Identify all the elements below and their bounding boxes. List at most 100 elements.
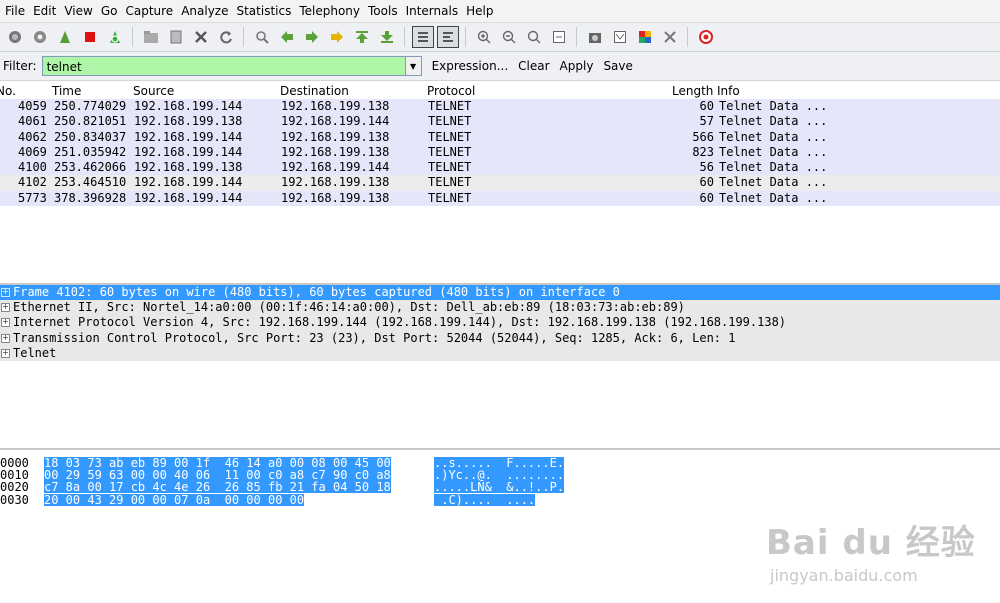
coloring-rules-icon[interactable] bbox=[634, 26, 656, 48]
menu-view[interactable]: View bbox=[62, 4, 98, 18]
filter-input[interactable]: telnet bbox=[41, 56, 406, 76]
bytes-hex: c7 8a 00 17 cb 4c 4e 26 26 85 fb 21 fa 0… bbox=[44, 480, 391, 495]
toolbar-separator bbox=[687, 27, 688, 47]
menu-statistics[interactable]: Statistics bbox=[234, 4, 297, 18]
open-file-icon[interactable] bbox=[140, 26, 162, 48]
menu-telephony[interactable]: Telephony bbox=[297, 4, 366, 18]
clear-button[interactable]: Clear bbox=[518, 59, 549, 73]
filter-label: Filter: bbox=[3, 59, 37, 73]
packet-source: 192.168.199.144 bbox=[134, 144, 243, 159]
save-button[interactable]: Save bbox=[603, 59, 632, 73]
menu-file[interactable]: File bbox=[3, 4, 31, 18]
options-icon[interactable] bbox=[29, 26, 51, 48]
detail-telnet[interactable]: + Telnet bbox=[0, 345, 1000, 361]
expand-icon[interactable]: + bbox=[1, 348, 10, 358]
packet-protocol: TELNET bbox=[428, 99, 472, 113]
packet-source: 192.168.199.138 bbox=[134, 114, 243, 129]
reload-icon[interactable] bbox=[215, 26, 237, 48]
autoscroll-icon[interactable] bbox=[436, 26, 459, 48]
packet-row[interactable]: 4069 251.035942 192.168.199.144 192.168.… bbox=[0, 144, 1000, 161]
first-packet-icon[interactable] bbox=[351, 26, 373, 48]
resize-columns-icon[interactable] bbox=[548, 26, 570, 48]
column-info[interactable]: Info bbox=[717, 84, 740, 98]
close-file-icon[interactable] bbox=[190, 26, 212, 48]
detail-ethernet[interactable]: + Ethernet II, Src: Nortel_14:a0:00 (00:… bbox=[0, 300, 1000, 316]
column-destination[interactable]: Destination bbox=[280, 84, 349, 98]
pane-splitter[interactable] bbox=[0, 448, 1000, 450]
apply-button[interactable]: Apply bbox=[560, 59, 594, 73]
column-time[interactable]: Time bbox=[52, 84, 81, 98]
toolbar-separator bbox=[132, 27, 133, 47]
go-forward-icon[interactable] bbox=[301, 26, 323, 48]
column-length[interactable]: Length bbox=[672, 84, 713, 98]
restart-capture-icon[interactable] bbox=[104, 26, 126, 48]
packet-length: 57 bbox=[699, 114, 714, 129]
go-to-packet-icon[interactable] bbox=[326, 26, 348, 48]
menu-help[interactable]: Help bbox=[464, 4, 499, 18]
capture-filters-icon[interactable] bbox=[584, 26, 606, 48]
packet-protocol: TELNET bbox=[428, 175, 472, 190]
bytes-ascii: .)Yc..@. ........ bbox=[434, 468, 565, 483]
packet-info: Telnet Data ... bbox=[719, 99, 828, 113]
expand-icon[interactable]: + bbox=[1, 288, 10, 298]
packet-row-selected[interactable]: 4102 253.464510 192.168.199.144 192.168.… bbox=[0, 175, 1000, 191]
menu-capture[interactable]: Capture bbox=[123, 4, 179, 18]
zoom-out-icon[interactable] bbox=[498, 26, 520, 48]
zoom-in-icon[interactable] bbox=[473, 26, 495, 48]
packet-no: 4062 bbox=[18, 129, 47, 144]
packet-time: 253.464510 bbox=[54, 175, 127, 190]
toolbar-separator bbox=[465, 27, 466, 47]
packet-info: Telnet Data ... bbox=[719, 190, 828, 205]
menu-tools[interactable]: Tools bbox=[366, 4, 404, 18]
find-icon[interactable] bbox=[251, 26, 273, 48]
packet-destination: 192.168.199.138 bbox=[281, 144, 390, 159]
packet-row[interactable]: 4059 250.774029 192.168.199.144 192.168.… bbox=[0, 99, 1000, 115]
packet-no: 4069 bbox=[18, 144, 47, 159]
packet-row[interactable]: 4061 250.821051 192.168.199.138 192.168.… bbox=[0, 114, 1000, 130]
packet-no: 4059 bbox=[18, 99, 47, 113]
packet-length: 60 bbox=[699, 99, 714, 113]
packet-source: 192.168.199.144 bbox=[134, 190, 243, 205]
column-protocol[interactable]: Protocol bbox=[427, 84, 475, 98]
menu-internals[interactable]: Internals bbox=[404, 4, 465, 18]
bytes-hex: 18 03 73 ab eb 89 00 1f 46 14 a0 00 08 0… bbox=[44, 456, 391, 470]
go-back-icon[interactable] bbox=[276, 26, 298, 48]
expand-icon[interactable]: + bbox=[1, 318, 10, 328]
expression-button[interactable]: Expression... bbox=[432, 59, 509, 73]
packet-row[interactable]: 4100 253.462066 192.168.199.138 192.168.… bbox=[0, 160, 1000, 176]
detail-text: Internet Protocol Version 4, Src: 192.16… bbox=[13, 315, 787, 330]
toolbar-separator bbox=[243, 27, 244, 47]
detail-frame[interactable]: + Frame 4102: 60 bytes on wire (480 bits… bbox=[0, 285, 1000, 301]
packet-list-header: No. Time Source Destination Protocol Len… bbox=[0, 84, 1000, 99]
preferences-icon[interactable] bbox=[659, 26, 681, 48]
bytes-row[interactable]: 0030 20 00 43 29 00 00 07 0a 00 00 00 00… bbox=[0, 492, 1000, 507]
help-icon[interactable] bbox=[695, 26, 717, 48]
menu-analyze[interactable]: Analyze bbox=[179, 4, 234, 18]
detail-ipv4[interactable]: + Internet Protocol Version 4, Src: 192.… bbox=[0, 315, 1000, 331]
last-packet-icon[interactable] bbox=[376, 26, 398, 48]
display-filters-icon[interactable] bbox=[609, 26, 631, 48]
packet-row[interactable]: 4062 250.834037 192.168.199.144 192.168.… bbox=[0, 129, 1000, 145]
menu-go[interactable]: Go bbox=[99, 4, 124, 18]
menu-edit[interactable]: Edit bbox=[31, 4, 62, 18]
packet-row[interactable]: 5773 378.396928 192.168.199.144 192.168.… bbox=[0, 190, 1000, 207]
packet-source: 192.168.199.138 bbox=[134, 160, 243, 175]
stop-capture-icon[interactable] bbox=[79, 26, 101, 48]
packet-details: + Frame 4102: 60 bytes on wire (480 bits… bbox=[0, 285, 1000, 447]
expand-icon[interactable]: + bbox=[1, 333, 10, 343]
start-capture-icon[interactable] bbox=[54, 26, 76, 48]
bytes-ascii: .C).... .... bbox=[434, 492, 536, 507]
expand-icon[interactable]: + bbox=[1, 303, 10, 313]
column-no[interactable]: No. bbox=[0, 84, 16, 98]
bytes-row[interactable]: 0020 c7 8a 00 17 cb 4c 4e 26 26 85 fb 21… bbox=[0, 480, 1000, 495]
filter-bar: Filter: telnet ▼ Expression... Clear App… bbox=[0, 52, 1000, 81]
bytes-offset: 0000 bbox=[0, 456, 29, 470]
packet-destination: 192.168.199.138 bbox=[281, 99, 390, 113]
colorize-icon[interactable] bbox=[411, 26, 434, 48]
column-source[interactable]: Source bbox=[133, 84, 174, 98]
normal-size-icon[interactable] bbox=[523, 26, 545, 48]
interfaces-icon[interactable] bbox=[4, 26, 26, 48]
chevron-down-icon[interactable]: ▼ bbox=[405, 56, 422, 76]
save-file-icon[interactable] bbox=[165, 26, 187, 48]
detail-tcp[interactable]: + Transmission Control Protocol, Src Por… bbox=[0, 330, 1000, 346]
